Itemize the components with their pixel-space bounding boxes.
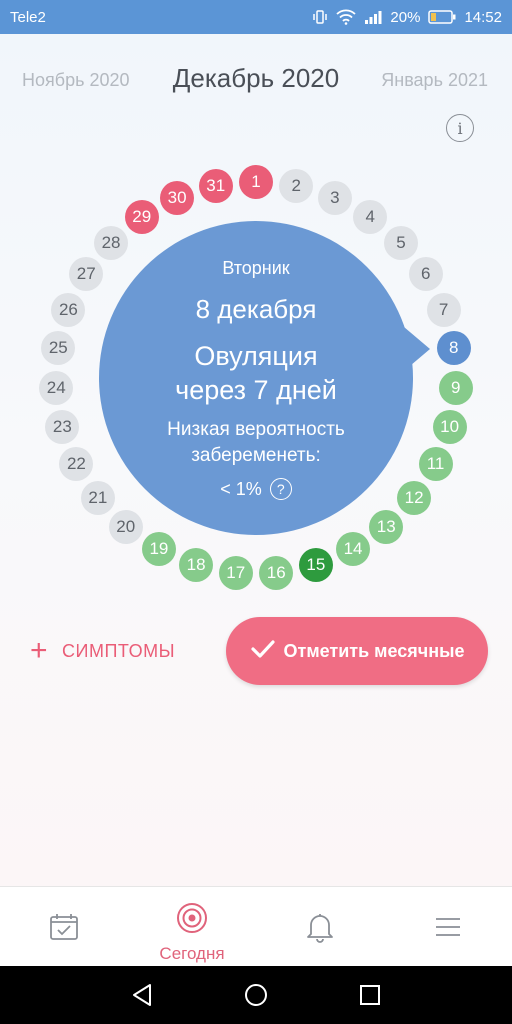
nav-menu[interactable] (384, 887, 512, 967)
cycle-day-ring: 1 2 3 4 5 6 7 8 9 10 11 12 13 14 15 16 17 18 19 20 21 22 23 24 2… (0, 0, 512, 620)
day-17[interactable]: 17 (218, 555, 253, 590)
day-22[interactable]: 22 (59, 447, 94, 482)
day-31[interactable]: 31 (198, 169, 233, 203)
day-20[interactable]: 20 (108, 509, 143, 544)
today-ring-icon (175, 901, 209, 940)
day-2[interactable]: 2 (279, 169, 314, 203)
check-icon (250, 638, 276, 665)
nav-notifications[interactable] (256, 887, 384, 967)
day-11[interactable]: 11 (418, 447, 453, 482)
nav-today-label: Сегодня (159, 944, 225, 963)
day-5[interactable]: 5 (383, 225, 418, 260)
add-symptoms-button[interactable]: + СИМПТОМЫ (30, 636, 175, 666)
nav-calendar[interactable] (0, 887, 128, 967)
day-19[interactable]: 19 (141, 532, 176, 567)
day-24[interactable]: 24 (39, 370, 74, 405)
day-7[interactable]: 7 (426, 292, 461, 327)
recents-icon[interactable] (358, 983, 382, 1012)
day-16[interactable]: 16 (259, 555, 294, 590)
day-21[interactable]: 21 (80, 480, 115, 515)
day-18[interactable]: 18 (179, 548, 214, 582)
day-23[interactable]: 23 (45, 410, 80, 445)
day-4[interactable]: 4 (353, 200, 388, 235)
day-30[interactable]: 30 (160, 180, 195, 215)
day-10[interactable]: 10 (432, 410, 467, 445)
day-3[interactable]: 3 (317, 180, 352, 215)
calendar-icon (49, 913, 79, 946)
mark-period-button[interactable]: Отметить месячные (226, 617, 488, 685)
nav-today[interactable]: Сегодня (128, 887, 256, 967)
day-26[interactable]: 26 (51, 292, 86, 327)
day-14[interactable]: 14 (336, 532, 371, 567)
day-13[interactable]: 13 (369, 509, 404, 544)
day-29[interactable]: 29 (124, 200, 159, 235)
day-15[interactable]: 15 (298, 548, 333, 582)
day-6[interactable]: 6 (408, 257, 443, 292)
day-25[interactable]: 25 (41, 331, 76, 366)
day-1[interactable]: 1 (239, 165, 273, 199)
home-icon[interactable] (244, 983, 268, 1012)
system-nav-bar (0, 966, 512, 1024)
bell-icon (306, 911, 334, 948)
day-9[interactable]: 9 (438, 370, 473, 405)
plus-icon: + (30, 634, 49, 667)
day-27[interactable]: 27 (69, 257, 104, 292)
mark-period-label: Отметить месячные (283, 640, 465, 661)
day-28[interactable]: 28 (94, 225, 129, 260)
symptoms-label: СИМПТОМЫ (62, 640, 176, 661)
menu-icon (435, 917, 461, 942)
day-12[interactable]: 12 (397, 480, 432, 515)
bottom-nav: Сегодня (0, 886, 512, 967)
back-icon[interactable] (130, 983, 154, 1012)
day-8[interactable]: 8 (436, 331, 471, 366)
